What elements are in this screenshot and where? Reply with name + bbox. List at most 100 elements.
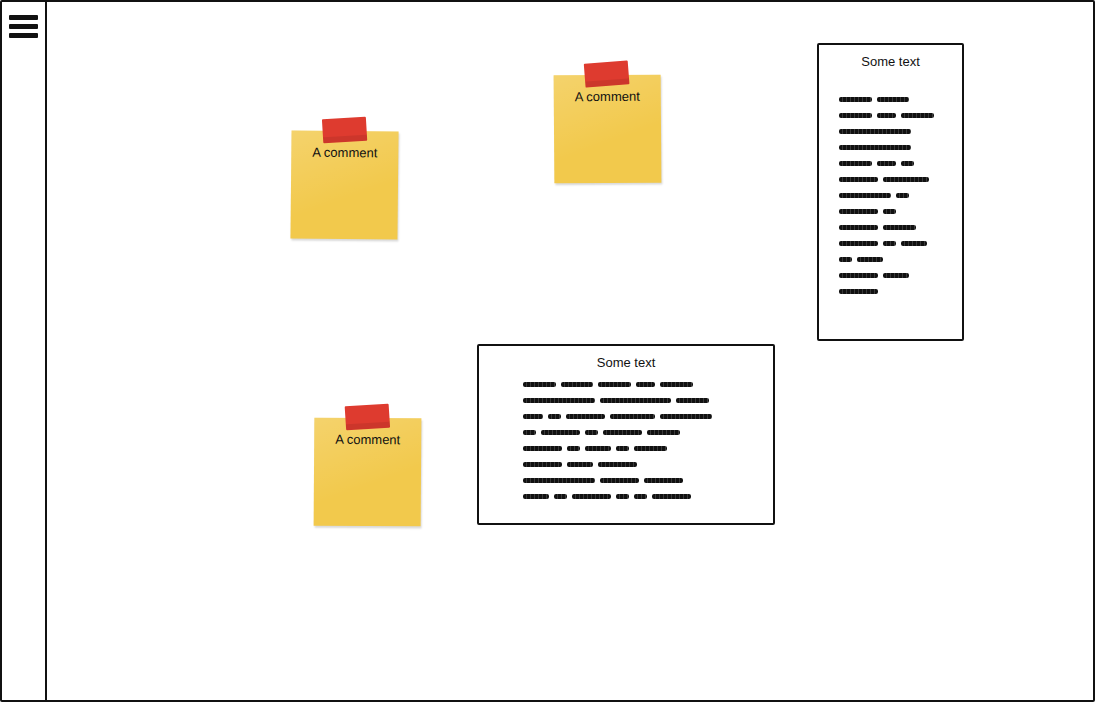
panel-title: Some text (489, 354, 763, 372)
placeholder-word (647, 430, 680, 435)
placeholder-word (839, 129, 911, 134)
placeholder-word (883, 273, 909, 278)
placeholder-word (541, 430, 580, 435)
placeholder-word (566, 414, 605, 419)
placeholder-word (603, 430, 642, 435)
placeholder-word (523, 494, 549, 499)
canvas[interactable]: A comment A comment A comment Some text Some… (47, 2, 1093, 700)
placeholder-line (523, 392, 763, 408)
sticky-note[interactable]: A comment (314, 418, 422, 527)
placeholder-line (523, 440, 763, 456)
placeholder-line (839, 235, 952, 251)
placeholder-word (839, 225, 878, 230)
placeholder-line (839, 251, 952, 267)
placeholder-line (839, 91, 952, 107)
placeholder-word (572, 494, 611, 499)
placeholder-word (548, 414, 561, 419)
placeholder-line (523, 376, 763, 392)
note-label: A comment (558, 89, 657, 105)
placeholder-word (896, 193, 909, 198)
placeholder-word (883, 177, 929, 182)
placeholder-line (839, 139, 952, 155)
placeholder-word (634, 446, 667, 451)
placeholder-word (598, 382, 631, 387)
placeholder-word (901, 241, 927, 246)
placeholder-word (616, 446, 629, 451)
placeholder-word (877, 161, 897, 166)
placeholder-word (883, 241, 896, 246)
placeholder-line (523, 456, 763, 472)
placeholder-word (523, 446, 562, 451)
sticky-note-body: A comment (554, 75, 662, 184)
placeholder-word (839, 145, 911, 150)
placeholder-line (839, 171, 952, 187)
placeholder-line (839, 123, 952, 139)
placeholder-word (839, 289, 878, 294)
app-window: A comment A comment A comment Some text Some… (0, 0, 1095, 702)
placeholder-word (839, 209, 878, 214)
placeholder-text (829, 91, 952, 299)
placeholder-word (523, 398, 595, 403)
placeholder-word (839, 257, 852, 262)
placeholder-line (839, 283, 952, 299)
placeholder-word (877, 113, 897, 118)
placeholder-word (523, 382, 556, 387)
sticky-note-body: A comment (290, 130, 398, 239)
placeholder-word (839, 97, 872, 102)
sticky-note[interactable]: A comment (554, 75, 662, 184)
placeholder-word (554, 494, 567, 499)
placeholder-word (567, 446, 580, 451)
placeholder-word (610, 414, 656, 419)
menu-icon[interactable] (9, 14, 39, 40)
sticky-note[interactable]: A comment (290, 130, 398, 239)
placeholder-word (523, 478, 595, 483)
panel-title: Some text (829, 53, 952, 71)
placeholder-word (839, 177, 878, 182)
tape-icon (322, 117, 367, 144)
text-panel[interactable]: Some text (817, 43, 964, 341)
note-label: A comment (318, 432, 417, 448)
placeholder-word (523, 462, 562, 467)
placeholder-line (839, 107, 952, 123)
placeholder-line (523, 488, 763, 504)
placeholder-word (585, 446, 611, 451)
placeholder-word (523, 430, 536, 435)
placeholder-line (523, 472, 763, 488)
placeholder-line (839, 219, 952, 235)
placeholder-word (839, 193, 891, 198)
placeholder-word (523, 414, 543, 419)
placeholder-word (883, 225, 916, 230)
placeholder-line (839, 267, 952, 283)
placeholder-word (901, 161, 914, 166)
placeholder-word (636, 382, 656, 387)
placeholder-line (523, 424, 763, 440)
placeholder-word (600, 478, 639, 483)
placeholder-word (901, 113, 934, 118)
placeholder-word (839, 241, 878, 246)
text-panel[interactable]: Some text (477, 344, 775, 525)
placeholder-word (598, 462, 637, 467)
sticky-note-body: A comment (314, 418, 422, 527)
placeholder-word (839, 273, 878, 278)
placeholder-word (857, 257, 883, 262)
placeholder-word (644, 478, 683, 483)
note-label: A comment (295, 144, 394, 161)
placeholder-word (877, 97, 910, 102)
sidebar (2, 2, 47, 700)
placeholder-word (616, 494, 629, 499)
tape-icon (584, 60, 630, 87)
placeholder-word (567, 462, 593, 467)
placeholder-word (652, 494, 691, 499)
placeholder-word (634, 494, 647, 499)
placeholder-word (660, 414, 712, 419)
placeholder-line (839, 203, 952, 219)
placeholder-word (561, 382, 594, 387)
tape-icon (345, 404, 390, 431)
placeholder-word (883, 209, 896, 214)
placeholder-text (489, 376, 763, 504)
placeholder-word (660, 382, 693, 387)
placeholder-word (676, 398, 709, 403)
placeholder-word (839, 161, 872, 166)
placeholder-line (839, 187, 952, 203)
placeholder-word (839, 113, 872, 118)
